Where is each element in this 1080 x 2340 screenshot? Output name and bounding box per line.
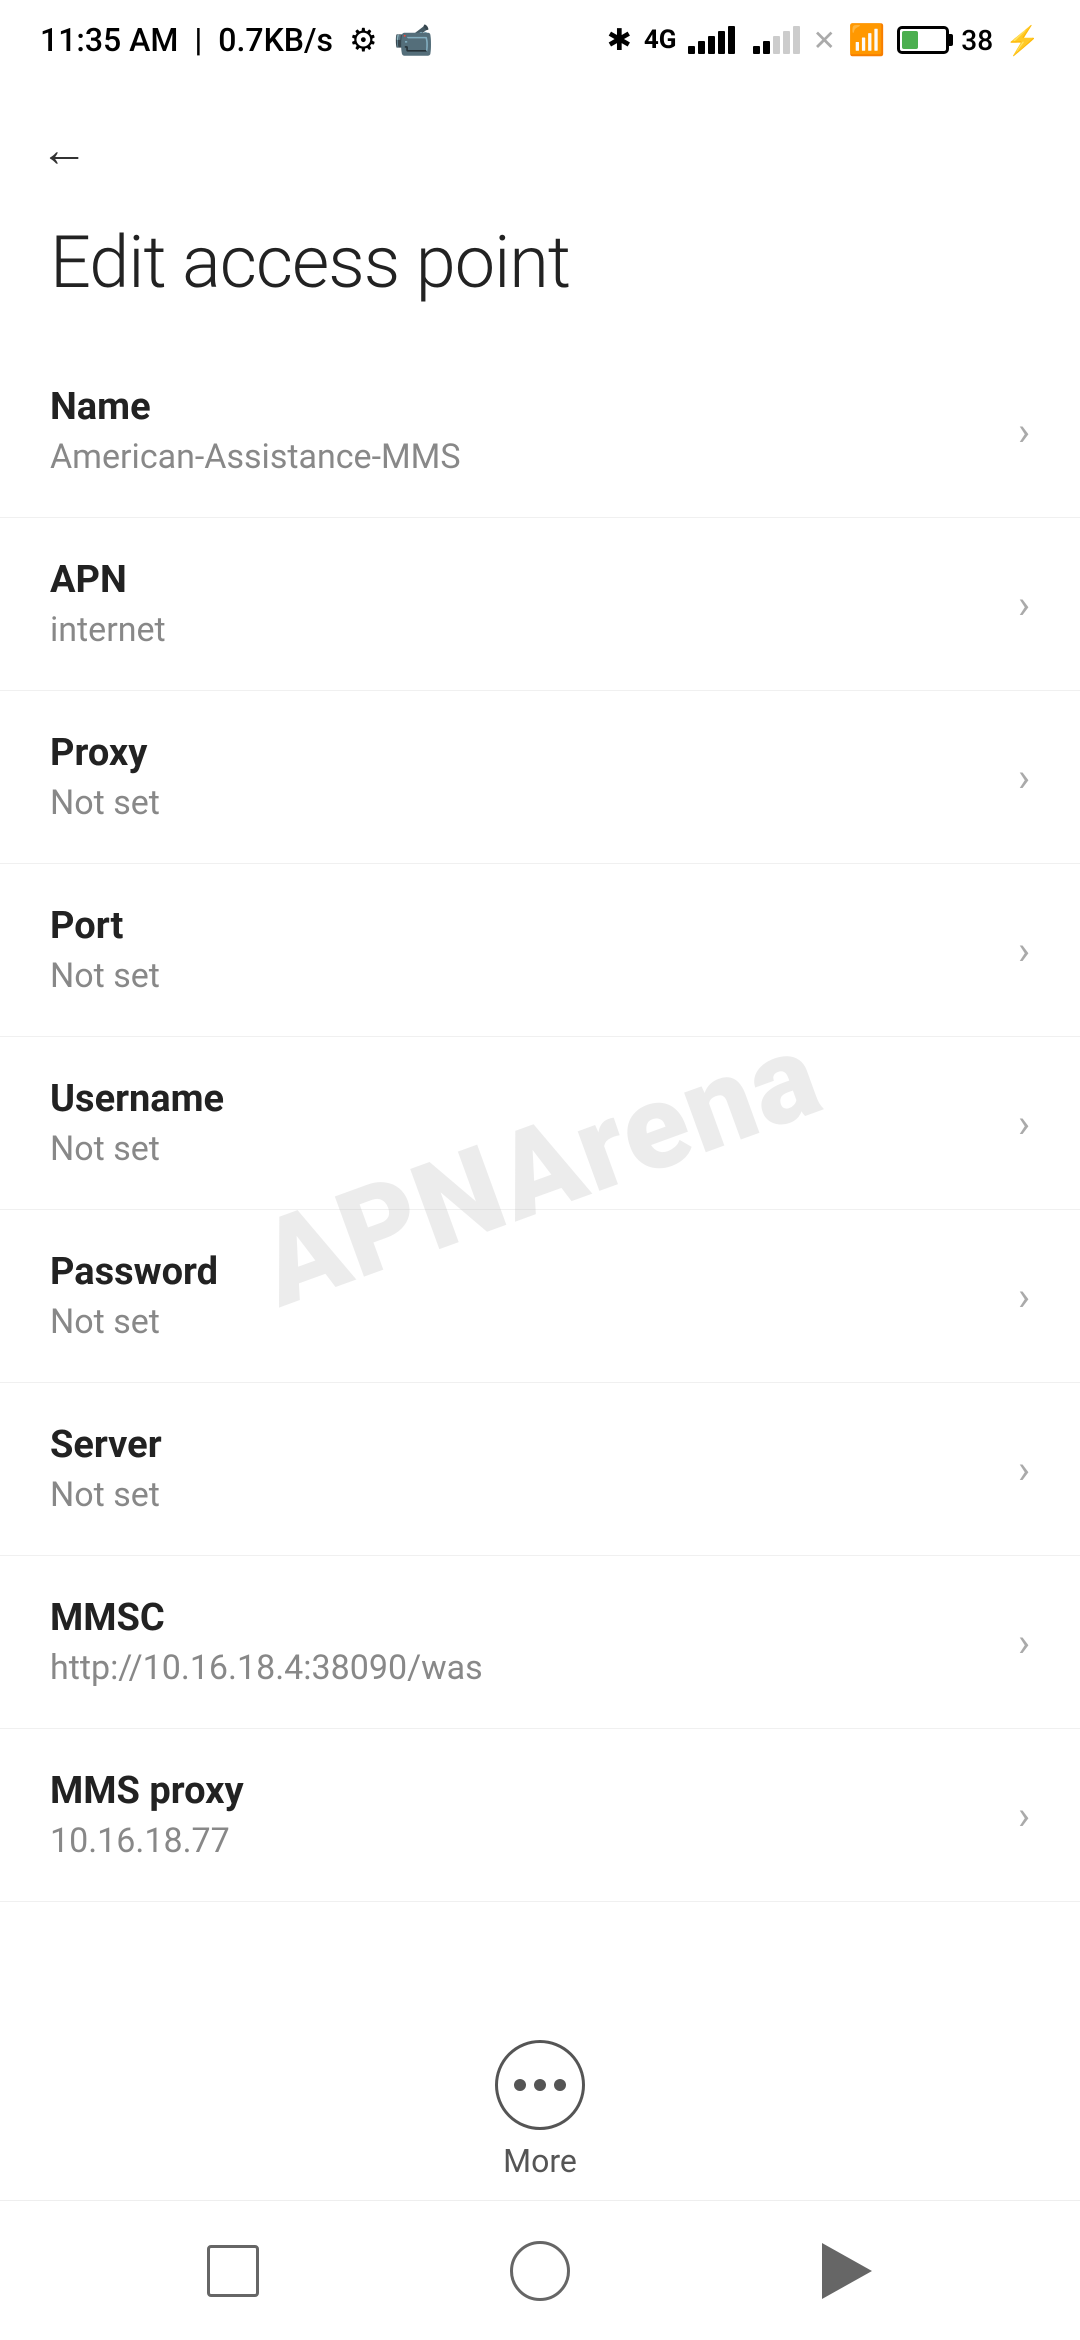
settings-icon: ⚙ — [349, 21, 378, 59]
status-bar: 11:35 AM | 0.7KB/s ⚙ 📹 ✱ 4G ✕ 📶 38 ⚡ — [0, 0, 1080, 80]
chevron-right-icon: › — [1018, 1792, 1030, 1839]
bar1 — [753, 46, 760, 54]
settings-item-label: MMSC — [50, 1596, 998, 1640]
recent-apps-icon — [207, 2245, 259, 2297]
dot-3 — [554, 2079, 566, 2091]
settings-item-mms-proxy[interactable]: MMS proxy 10.16.18.77 › — [0, 1729, 1080, 1902]
settings-item-value: 10.16.18.77 — [50, 1821, 998, 1861]
bar3 — [708, 36, 715, 54]
settings-item-value: Not set — [50, 1302, 998, 1342]
settings-item-mmsc[interactable]: MMSC http://10.16.18.4:38090/was › — [0, 1556, 1080, 1729]
network-4g-icon: 4G — [644, 25, 677, 55]
back-arrow-icon: ← — [40, 126, 88, 174]
settings-item-name[interactable]: Name American-Assistance-MMS › — [0, 345, 1080, 518]
settings-item-value: internet — [50, 610, 998, 650]
status-left: 11:35 AM | 0.7KB/s ⚙ 📹 — [40, 21, 433, 59]
bolt-icon: ⚡ — [1005, 24, 1040, 57]
settings-item-content: MMS proxy 10.16.18.77 — [50, 1769, 998, 1861]
battery-fill — [902, 31, 918, 49]
settings-item-content: Username Not set — [50, 1077, 998, 1169]
settings-item-content: Port Not set — [50, 904, 998, 996]
status-right: ✱ 4G ✕ 📶 38 ⚡ — [607, 23, 1040, 58]
settings-item-username[interactable]: Username Not set › — [0, 1037, 1080, 1210]
bluetooth-icon: ✱ — [607, 23, 632, 58]
settings-item-value: Not set — [50, 1129, 998, 1169]
settings-item-value: Not set — [50, 1475, 998, 1515]
battery-icon — [897, 26, 949, 54]
settings-item-content: Proxy Not set — [50, 731, 998, 823]
bar2 — [698, 41, 705, 54]
settings-item-value: Not set — [50, 956, 998, 996]
settings-item-label: MMS proxy — [50, 1769, 998, 1813]
home-button[interactable] — [500, 2231, 580, 2311]
back-button[interactable]: ← — [40, 120, 120, 180]
back-nav-button[interactable] — [807, 2231, 887, 2311]
no-signal-icon: ✕ — [812, 24, 835, 57]
settings-item-value: Not set — [50, 783, 998, 823]
bar1 — [688, 46, 695, 54]
speed-display: 0.7KB/s — [218, 21, 333, 59]
back-nav-icon — [822, 2243, 872, 2299]
dot-1 — [514, 2079, 526, 2091]
chevron-right-icon: › — [1018, 927, 1030, 974]
chevron-right-icon: › — [1018, 1100, 1030, 1147]
settings-item-content: Name American-Assistance-MMS — [50, 385, 998, 477]
settings-item-content: MMSC http://10.16.18.4:38090/was — [50, 1596, 998, 1688]
chevron-right-icon: › — [1018, 408, 1030, 455]
settings-item-label: Proxy — [50, 731, 998, 775]
settings-item-label: Username — [50, 1077, 998, 1121]
more-circle-icon — [495, 2040, 585, 2130]
settings-list: Name American-Assistance-MMS › APN inter… — [0, 345, 1080, 1902]
chevron-right-icon: › — [1018, 1273, 1030, 1320]
settings-item-label: Password — [50, 1250, 998, 1294]
bar5 — [793, 26, 800, 54]
settings-item-label: Name — [50, 385, 998, 429]
back-area: ← — [0, 80, 1080, 200]
bar5 — [728, 26, 735, 54]
settings-item-password[interactable]: Password Not set › — [0, 1210, 1080, 1383]
settings-item-label: APN — [50, 558, 998, 602]
settings-item-content: APN internet — [50, 558, 998, 650]
camera-icon: 📹 — [394, 21, 434, 59]
settings-item-content: Password Not set — [50, 1250, 998, 1342]
separator: | — [194, 21, 202, 59]
settings-item-proxy[interactable]: Proxy Not set › — [0, 691, 1080, 864]
settings-item-value: http://10.16.18.4:38090/was — [50, 1648, 998, 1688]
settings-item-apn[interactable]: APN internet › — [0, 518, 1080, 691]
battery-percent: 38 — [961, 24, 993, 57]
bar4 — [718, 31, 725, 54]
time-display: 11:35 AM — [40, 21, 178, 59]
settings-item-server[interactable]: Server Not set › — [0, 1383, 1080, 1556]
chevron-right-icon: › — [1018, 1619, 1030, 1666]
settings-item-label: Server — [50, 1423, 998, 1467]
bar2 — [763, 41, 770, 54]
settings-item-label: Port — [50, 904, 998, 948]
recent-apps-button[interactable] — [193, 2231, 273, 2311]
more-label: More — [503, 2142, 577, 2180]
home-icon — [510, 2241, 570, 2301]
chevron-right-icon: › — [1018, 754, 1030, 801]
page-title: Edit access point — [0, 200, 1080, 345]
more-button[interactable]: More — [0, 2040, 1080, 2180]
signal-bars-2 — [753, 26, 800, 54]
bar3 — [773, 36, 780, 54]
settings-item-content: Server Not set — [50, 1423, 998, 1515]
bar4 — [783, 31, 790, 54]
signal-bars-1 — [688, 26, 735, 54]
chevron-right-icon: › — [1018, 1446, 1030, 1493]
more-dots-icon — [514, 2079, 566, 2091]
bottom-nav — [0, 2200, 1080, 2340]
dot-2 — [534, 2079, 546, 2091]
settings-item-value: American-Assistance-MMS — [50, 437, 998, 477]
wifi-icon: 📶 — [848, 23, 885, 58]
settings-item-port[interactable]: Port Not set › — [0, 864, 1080, 1037]
chevron-right-icon: › — [1018, 581, 1030, 628]
